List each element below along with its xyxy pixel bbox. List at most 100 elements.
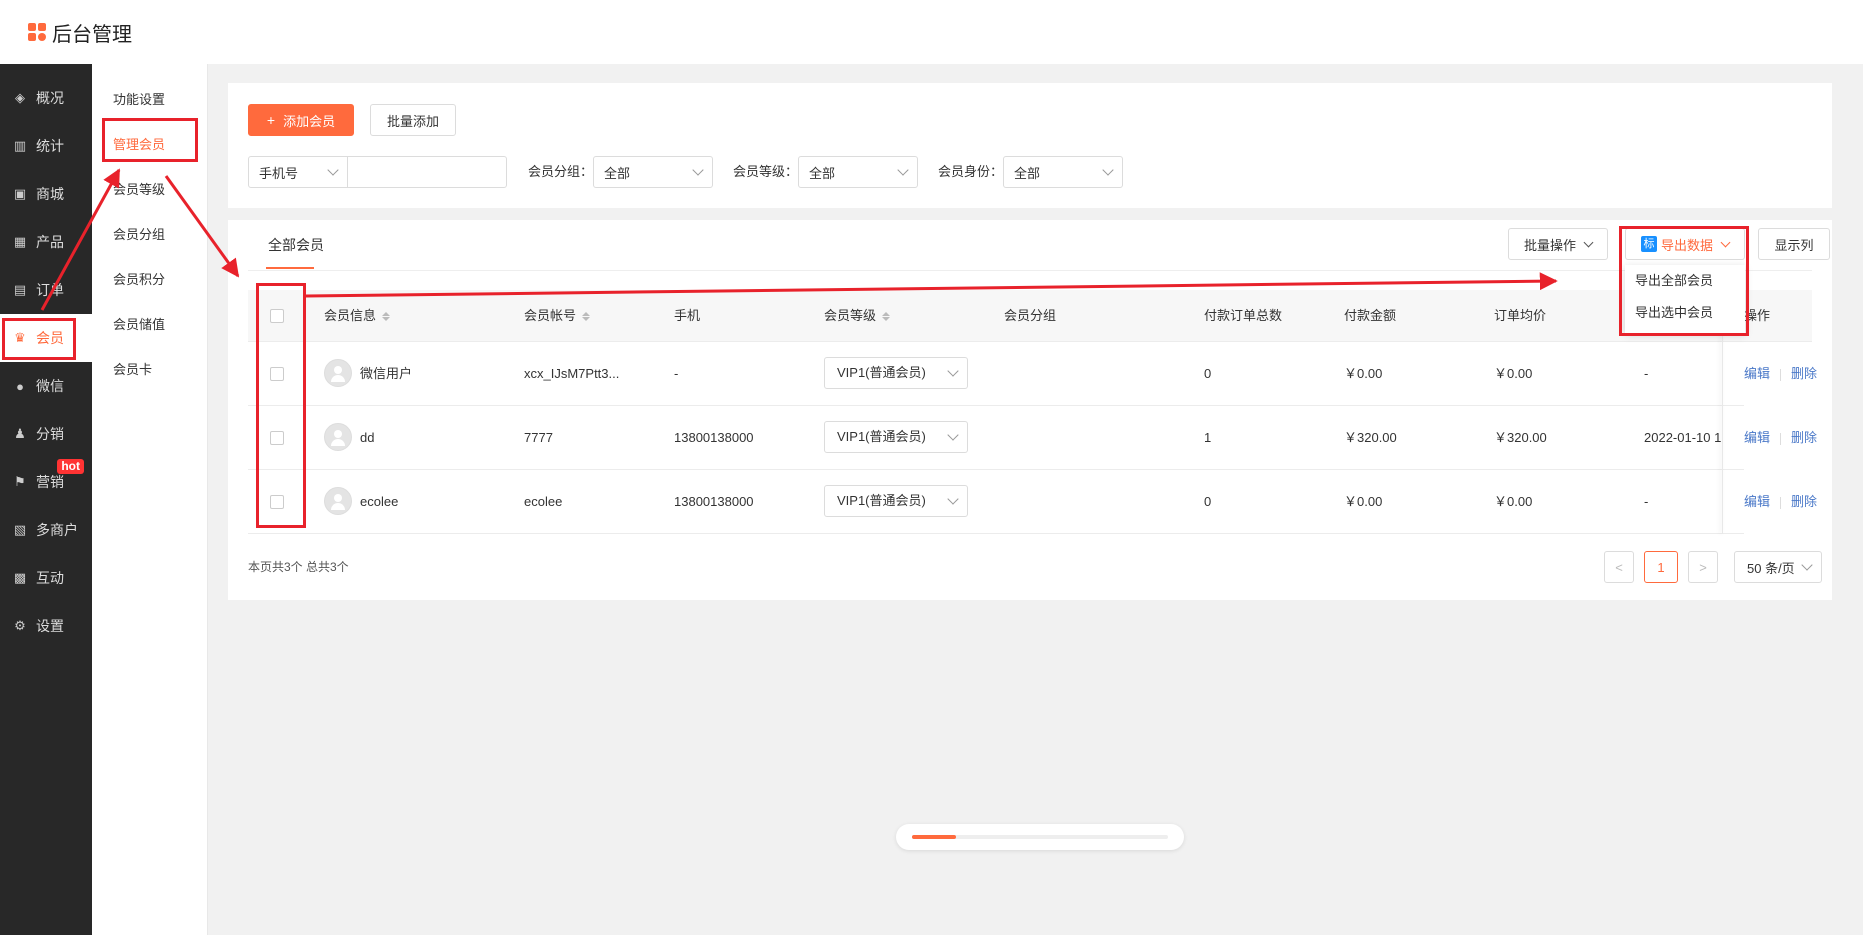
crown-icon: ♛ [14,330,26,345]
member-name[interactable]: dd [360,406,510,470]
subnav-item-3[interactable]: 会员分组 [92,211,207,256]
identity-filter-select[interactable]: 全部 [1003,156,1123,188]
add-member-button[interactable]: + 添加会员 [248,104,354,136]
next-page-button[interactable]: > [1688,551,1718,583]
nav-item-label: 商城 [36,186,64,202]
group-filter-select[interactable]: 全部 [593,156,713,188]
chevron-down-icon [1583,237,1594,247]
subnav-item-5[interactable]: 会员储值 [92,301,207,346]
export-selected-members-item[interactable]: 导出选中会员 [1625,297,1745,329]
member-order-count: 0 [1204,494,1212,509]
search-input[interactable] [347,156,507,188]
col-member-info[interactable]: 会员信息 [324,290,391,342]
member-level-select[interactable]: VIP1(普通会员) [824,485,968,517]
page-summary: 本页共3个 总共3个 [248,560,349,574]
nav-item-2[interactable]: ▣ 商城 [0,170,92,218]
chevron-down-icon [1102,164,1114,176]
delete-link[interactable]: 删除 [1791,494,1817,509]
nav-item-label: 设置 [36,618,64,634]
export-all-members-item[interactable]: 导出全部会员 [1625,265,1745,297]
delete-link[interactable]: 删除 [1791,366,1817,381]
member-name[interactable]: 微信用户 [360,342,510,406]
nav-item-9[interactable]: ▧ 多商户 [0,506,92,554]
avatar [324,359,352,387]
col-account[interactable]: 会员帐号 [524,290,591,342]
nav-item-10[interactable]: ▩ 互动 [0,554,92,602]
table-row: dd 7777 13800138000 VIP1(普通会员) 1 ￥320.00 ￥320.… [248,406,1824,470]
member-level-select[interactable]: VIP1(普通会员) [824,421,968,453]
row-checkbox[interactable] [270,367,284,381]
select-all-checkbox[interactable] [270,309,284,323]
edit-link[interactable]: 编辑 [1744,430,1770,445]
nav-item-7[interactable]: ♟ 分销 [0,410,92,458]
chevron-down-icon [897,164,909,176]
nav-item-8[interactable]: ⚑ 营销 hot [0,458,92,506]
nav-item-1[interactable]: ▥ 统计 [0,122,92,170]
chevron-down-icon [947,493,959,505]
nav-item-0[interactable]: ◈ 概况 [0,74,92,122]
nav-item-3[interactable]: ▦ 产品 [0,218,92,266]
member-pay-amount: ￥320.00 [1344,430,1397,445]
tab-all-members[interactable]: 全部会员 [268,235,324,255]
nav-item-label: 统计 [36,138,64,154]
nav-item-11[interactable]: ⚙ 设置 [0,602,92,650]
flag-icon: ⚑ [14,474,26,489]
sort-icon[interactable] [582,311,591,322]
member-level-select[interactable]: VIP1(普通会员) [824,357,968,389]
delete-link[interactable]: 删除 [1791,430,1817,445]
member-last-order-date: - [1644,366,1649,381]
nav-item-4[interactable]: ▤ 订单 [0,266,92,314]
row-checkbox[interactable] [270,431,284,445]
merchant-icon: ▧ [13,522,27,537]
layers-icon: ◈ [15,90,25,105]
interact-icon: ▩ [13,570,27,585]
edit-link[interactable]: 编辑 [1744,494,1770,509]
chevron-down-icon [692,164,704,176]
edit-link[interactable]: 编辑 [1744,366,1770,381]
order-icon: ▤ [13,282,27,297]
avatar [324,487,352,515]
member-name[interactable]: ecolee [360,470,510,534]
nav-item-label: 互动 [36,570,64,586]
search-field-select[interactable]: 手机号 [248,156,348,188]
subnav-item-2[interactable]: 会员等级 [92,166,207,211]
nav-item-label: 订单 [36,282,64,298]
col-pay-amount: 付款金额 [1344,308,1397,323]
chevron-down-icon [947,429,959,441]
subnav-item-6[interactable]: 会员卡 [92,346,207,391]
subnav-item-0[interactable]: 功能设置 [92,76,207,121]
subnav-item-1[interactable]: 管理会员 [92,121,207,166]
tab-active-indicator [266,267,314,269]
subnav-item-4[interactable]: 会员积分 [92,256,207,301]
prev-page-button[interactable]: < [1604,551,1634,583]
col-order-count: 付款订单总数 [1204,308,1283,323]
nav-item-5[interactable]: ♛ 会员 [0,314,92,362]
level-filter-select[interactable]: 全部 [798,156,918,188]
batch-ops-button[interactable]: 批量操作 [1508,228,1608,260]
col-level[interactable]: 会员等级 [824,290,891,342]
sort-icon[interactable] [382,311,391,322]
identity-filter-label: 会员身份： [938,164,1004,179]
export-data-button[interactable]: 标 导出数据 [1625,228,1745,260]
chevron-down-icon [947,365,959,377]
row-actions: 编辑 删除 [1744,470,1824,534]
table-row: 微信用户 xcx_IJsM7Ptt3... - VIP1(普通会员) 0 ￥0.00 ￥0.… [248,342,1824,406]
row-actions: 编辑 删除 [1744,342,1824,406]
main-sidebar: ◈ 概况 ▥ 统计 ▣ 商城 ▦ 产品 ▤ 订单 ♛ 会员 ● 微信 ♟ 分销 ⚑ 营销 hot ▧ 多商户 ▩ 互动 ⚙ 设置 [0,64,92,935]
chevron-down-icon [1801,559,1813,571]
sort-icon[interactable] [882,311,891,322]
member-pay-amount: ￥0.00 [1344,494,1383,509]
member-account: xcx_IJsM7Ptt3... [524,366,620,381]
page-size-select[interactable]: 50 条/页 [1734,551,1822,583]
nav-item-label: 产品 [36,234,64,250]
member-avg-price: ￥0.00 [1494,366,1533,381]
member-phone: 13800138000 [674,430,754,445]
show-columns-button[interactable]: 显示列 [1758,228,1830,260]
page-number-1[interactable]: 1 [1644,551,1678,583]
batch-add-button[interactable]: 批量添加 [370,104,456,136]
flag-badge-icon: 标 [1640,236,1657,252]
export-dropdown-menu: 导出全部会员 导出选中会员 [1625,265,1745,333]
nav-item-6[interactable]: ● 微信 [0,362,92,410]
logo-icon [28,23,46,41]
row-checkbox[interactable] [270,495,284,509]
